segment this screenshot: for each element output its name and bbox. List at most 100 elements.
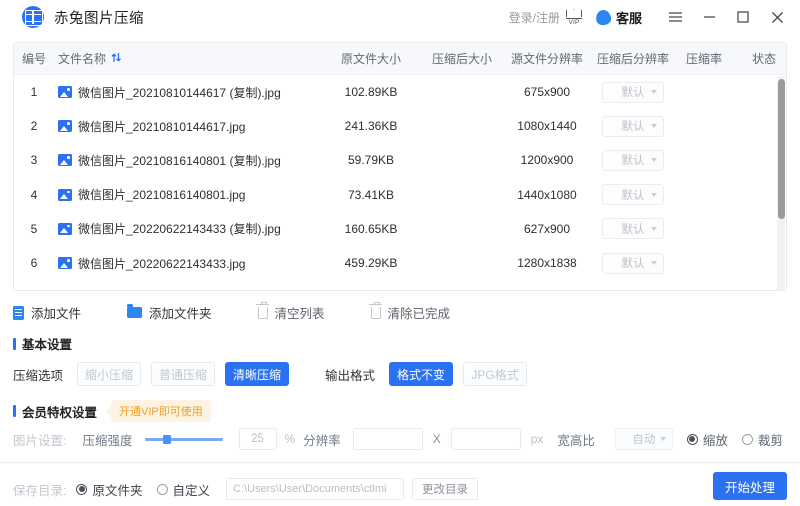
compress-mode-normal[interactable]: 普通压缩 [151,362,216,386]
cell-original-resolution: 1280x1838 [517,256,577,271]
table-scrollbar-thumb[interactable] [778,79,785,219]
add-file-button[interactable]: 添加文件 [13,303,81,322]
resolution-select-value: 默认 [621,87,645,100]
app-window: 赤兔图片压缩 登录/注册 VIP 客服 编号 文件名称 原文件大小 压缩后大小 … [0,0,800,506]
chevron-down-icon [651,192,657,197]
radio-crop-mode[interactable]: 裁剪 [741,430,783,449]
image-file-icon [58,188,72,201]
resolution-select[interactable]: 默认 [602,149,664,171]
format-keep[interactable]: 格式不变 [389,362,454,386]
strength-value-input[interactable]: 25 [238,428,277,450]
change-directory-button[interactable]: 更改目录 [412,478,479,500]
radio-custom-folder[interactable]: 自定义 [156,480,211,499]
compression-strength-slider[interactable] [144,434,223,444]
clear-list-button[interactable]: 清空列表 [256,301,325,322]
save-directory-label: 保存目录: [13,483,67,498]
add-folder-button[interactable]: 添加文件夹 [127,303,212,322]
table-row[interactable]: 2 微信图片_20210810144617.jpg 241.36KB 1080x144… [14,109,786,143]
vip-label: VIP [568,19,580,26]
hamburger-menu-icon[interactable] [658,0,692,34]
sort-updown-icon[interactable] [111,52,122,66]
maximize-icon[interactable] [726,0,760,34]
radio-dot [156,483,168,495]
resolution-select[interactable]: 默认 [602,81,664,103]
resolution-select-value: 默认 [621,258,645,271]
resolution-select[interactable]: 默认 [602,184,664,206]
resolution-select-value: 默认 [621,189,645,202]
start-process-button[interactable]: 开始处理 [713,472,787,500]
cell-original-resolution: 1440x1080 [517,187,577,202]
aspect-ratio-label: 宽高比 [557,433,595,448]
cell-compressed-resolution: 默认 [593,149,673,171]
radio-original-folder[interactable]: 原文件夹 [76,480,143,499]
grid-logo-icon [22,6,44,28]
table-row[interactable]: 1 微信图片_20210810144617 (复制).jpg 102.89KB 675… [14,75,786,109]
cell-filename: 微信图片_20210816140801.jpg [54,186,319,203]
compress-mode-shrink[interactable]: 缩小压缩 [77,362,142,386]
cell-compressed-resolution: 默认 [593,81,673,103]
resolution-select[interactable]: 默认 [602,218,664,240]
table-row[interactable]: 4 微信图片_20210816140801.jpg 73.41KB 1440x1080… [14,178,786,212]
chevron-down-icon [651,261,657,266]
radio-dot [686,433,698,445]
table-row[interactable]: 5 微信图片_20220622143433 (复制).jpg 160.65KB 627… [14,212,786,246]
section-vip-settings: 会员特权设置 开通VIP即可使用 [13,400,211,422]
table-body: 1 微信图片_20210810144617 (复制).jpg 102.89KB 675… [14,75,786,290]
filename-text: 微信图片_20210816140801.jpg [78,188,246,203]
cell-index: 2 [30,119,38,134]
image-file-icon [58,86,72,99]
compress-mode-clear[interactable]: 清晰压缩 [225,362,290,386]
vip-crown-icon[interactable]: VIP [564,7,584,27]
trash-icon [256,301,270,319]
table-row[interactable]: 3 微信图片_20210816140801 (复制).jpg 59.79KB 1200… [14,143,786,177]
image-settings-label: 图片设置: [13,433,67,448]
header-status: 状态 [751,52,776,66]
save-path-input[interactable]: C:\Users\User\Documents\ctlmi [226,478,405,500]
chevron-down-icon [651,124,657,129]
aspect-ratio-value: 自动 [632,434,656,446]
title-bar: 赤兔图片压缩 登录/注册 VIP 客服 [0,0,800,34]
cell-original-resolution: 627x900 [523,221,571,236]
resolution-select[interactable]: 默认 [602,252,664,274]
cell-index: 4 [30,187,38,202]
chevron-down-icon [651,158,657,163]
format-jpg[interactable]: JPG格式 [463,362,528,386]
image-file-icon [58,154,72,167]
header-original-size: 原文件大小 [340,52,401,66]
cell-original-resolution: 1080x1440 [517,119,577,134]
aspect-ratio-select[interactable]: 自动 [614,428,673,450]
resolution-select-value: 默认 [621,223,645,236]
cell-index: 3 [30,153,38,168]
add-folder-label: 添加文件夹 [149,307,212,321]
customer-service-icon[interactable] [595,8,612,26]
save-directory-row: 保存目录: 原文件夹 自定义 C:\Users\User\Documents\c… [13,478,479,500]
trash-icon [369,301,383,319]
resolution-select-value: 默认 [621,155,645,168]
customer-service-button[interactable]: 客服 [616,8,642,27]
resolution-separator: X [432,432,441,446]
image-file-icon [58,257,72,270]
radio-original-folder-label: 原文件夹 [92,483,143,498]
clear-completed-button[interactable]: 清除已完成 [369,301,451,322]
resolution-select[interactable]: 默认 [602,115,664,137]
radio-custom-folder-label: 自定义 [172,483,211,498]
clear-completed-label: 清除已完成 [387,307,451,321]
close-icon[interactable] [760,0,794,34]
table-row[interactable]: 6 微信图片_20220622143433.jpg 459.29KB 1280x183… [14,246,786,280]
slider-thumb[interactable] [162,434,171,444]
cell-filename: 微信图片_20210816140801 (复制).jpg [54,152,319,169]
cell-original-size: 160.65KB [344,221,398,236]
cell-original-size: 241.36KB [344,119,398,134]
resolution-height-input[interactable] [450,428,521,450]
minimize-icon[interactable] [692,0,726,34]
filename-text: 微信图片_20210810144617.jpg [78,119,246,134]
resolution-width-input[interactable] [352,428,423,450]
login-register-link[interactable]: 登录/注册 [509,9,560,26]
filename-text: 微信图片_20220622143433.jpg [78,256,246,271]
radio-scale-mode[interactable]: 缩放 [686,430,728,449]
file-toolbar: 添加文件 添加文件夹 清空列表 清除已完成 [13,301,496,322]
vip-tooltip-badge: 开通VIP即可使用 [111,400,211,422]
output-format-label: 输出格式 [325,368,376,383]
header-index: 编号 [21,52,46,66]
header-filename[interactable]: 文件名称 [54,50,319,67]
